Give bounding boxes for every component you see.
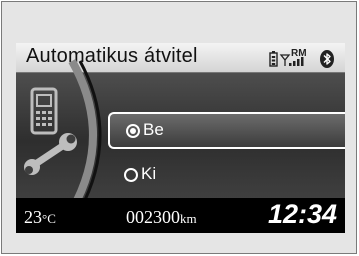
roaming-label: RM [291,48,307,59]
option-ki-label: Ki [141,164,157,183]
status-footer: 23°C 002300km 12:34 [16,198,345,233]
odometer-value: 002300 [126,207,180,227]
multi-information-display: Automatikus átvitel RM Be Ki 23°C 002300… [16,43,345,233]
radio-unselected-icon [124,168,138,182]
outside-temperature: 23°C [24,207,56,228]
odometer: 002300km [126,207,197,228]
radio-selected-icon [126,124,140,138]
signal-icon: RM [279,48,307,66]
display-frame: Automatikus átvitel RM Be Ki 23°C 002300… [1,1,357,254]
temperature-unit: °C [42,211,56,226]
odometer-unit: km [180,211,197,226]
option-ki[interactable]: Ki [116,160,316,190]
status-icons: RM [269,47,337,69]
temperature-value: 23 [24,207,42,227]
option-be[interactable]: Be [108,112,345,149]
phone-battery-icon [269,51,278,67]
clock: 12:34 [267,199,337,229]
menu-area: Be Ki [16,59,345,212]
bluetooth-icon [320,50,334,68]
option-be-label: Be [143,120,164,139]
